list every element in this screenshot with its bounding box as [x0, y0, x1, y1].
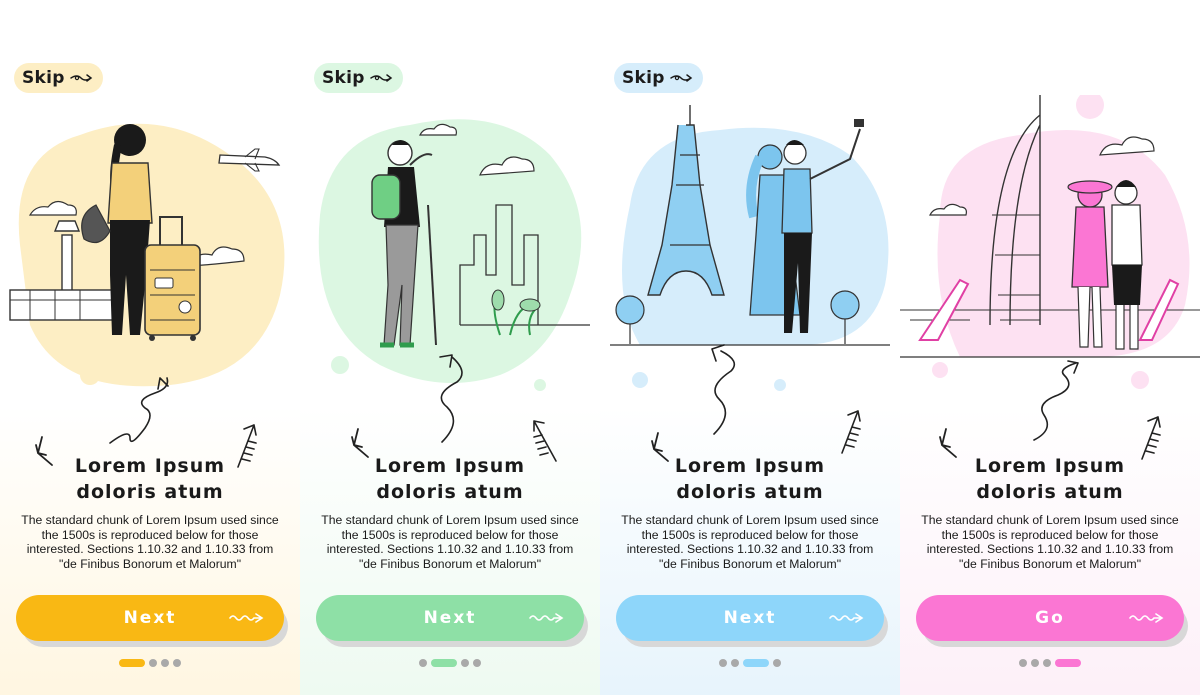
- onboarding-screen-1: Skip Lorem Ipsum doloris atum The standa…: [0, 55, 300, 695]
- beach-couple-illustration: [900, 95, 1200, 389]
- skip-button[interactable]: Skip: [314, 63, 403, 93]
- skip-arrow-icon: [370, 74, 392, 82]
- next-button[interactable]: Next: [316, 595, 584, 641]
- skip-button[interactable]: Skip: [614, 63, 703, 93]
- onboarding-title: Lorem Ipsum doloris atum: [0, 453, 300, 505]
- page-dot[interactable]: [161, 659, 169, 667]
- feather-arrow-icon: [841, 410, 861, 454]
- page-dot-active[interactable]: [431, 659, 457, 667]
- onboarding-screen-4: Lorem Ipsum doloris atum The standard ch…: [900, 55, 1200, 695]
- onboarding-title: Lorem Ipsum doloris atum: [600, 453, 900, 505]
- page-dot[interactable]: [473, 659, 481, 667]
- traveler-illustration: [9, 123, 285, 387]
- title-line-2: doloris atum: [76, 481, 224, 503]
- page-indicator: [0, 659, 300, 667]
- wavy-arrow-icon: [529, 613, 564, 623]
- next-button-label: Next: [723, 608, 777, 628]
- title-line-1: Lorem Ipsum: [374, 455, 526, 477]
- page-dot[interactable]: [1043, 659, 1051, 667]
- page-dot-active[interactable]: [1055, 659, 1081, 667]
- skip-label: Skip: [322, 68, 365, 88]
- onboarding-description: The standard chunk of Lorem Ipsum used s…: [621, 513, 879, 571]
- onboarding-title: Lorem Ipsum doloris atum: [900, 453, 1200, 505]
- next-button-label: Next: [423, 608, 477, 628]
- page-indicator: [600, 659, 900, 667]
- wavy-arrow-icon: [229, 613, 264, 623]
- next-button-label: Next: [123, 608, 177, 628]
- eiffel-couple-illustration: [610, 105, 890, 391]
- skip-arrow-icon: [670, 74, 692, 82]
- page-dot[interactable]: [1019, 659, 1027, 667]
- title-line-2: doloris atum: [976, 481, 1124, 503]
- go-button[interactable]: Go: [916, 595, 1184, 641]
- page-dot[interactable]: [719, 659, 727, 667]
- title-line-1: Lorem Ipsum: [74, 455, 226, 477]
- page-indicator: [900, 659, 1200, 667]
- page-dot[interactable]: [1031, 659, 1039, 667]
- onboarding-screen-3: Skip Lorem Ipsum doloris atum The standa…: [600, 55, 900, 695]
- page-dot[interactable]: [419, 659, 427, 667]
- title-line-1: Lorem Ipsum: [674, 455, 826, 477]
- title-line-2: doloris atum: [376, 481, 524, 503]
- squiggle-arrow-icon: [1033, 360, 1079, 441]
- page-dot[interactable]: [731, 659, 739, 667]
- page-dot[interactable]: [149, 659, 157, 667]
- onboarding-description: The standard chunk of Lorem Ipsum used s…: [21, 513, 279, 571]
- page-dot-active[interactable]: [119, 659, 145, 667]
- onboarding-screen-2: Skip Lorem Ipsum doloris atum The standa…: [300, 55, 600, 695]
- onboarding-description: The standard chunk of Lorem Ipsum used s…: [321, 513, 579, 571]
- wavy-arrow-icon: [829, 613, 864, 623]
- onboarding-title: Lorem Ipsum doloris atum: [300, 453, 600, 505]
- title-line-1: Lorem Ipsum: [974, 455, 1126, 477]
- skip-label: Skip: [622, 68, 665, 88]
- page-indicator: [300, 659, 600, 667]
- skip-label: Skip: [22, 68, 65, 88]
- page-dot[interactable]: [173, 659, 181, 667]
- skip-arrow-icon: [70, 74, 92, 82]
- next-button[interactable]: Next: [616, 595, 884, 641]
- squiggle-arrow-icon: [439, 354, 463, 443]
- squiggle-arrow-icon: [711, 344, 736, 435]
- onboarding-description: The standard chunk of Lorem Ipsum used s…: [921, 513, 1179, 571]
- page-dot-active[interactable]: [743, 659, 769, 667]
- wavy-arrow-icon: [1129, 613, 1164, 623]
- page-dot[interactable]: [461, 659, 469, 667]
- skip-button[interactable]: Skip: [14, 63, 103, 93]
- go-button-label: Go: [1035, 608, 1065, 628]
- page-dot[interactable]: [773, 659, 781, 667]
- next-button[interactable]: Next: [16, 595, 284, 641]
- title-line-2: doloris atum: [676, 481, 824, 503]
- squiggle-arrow-icon: [109, 377, 169, 444]
- onboarding-screens: Skip Lorem Ipsum doloris atum The standa…: [0, 55, 1200, 695]
